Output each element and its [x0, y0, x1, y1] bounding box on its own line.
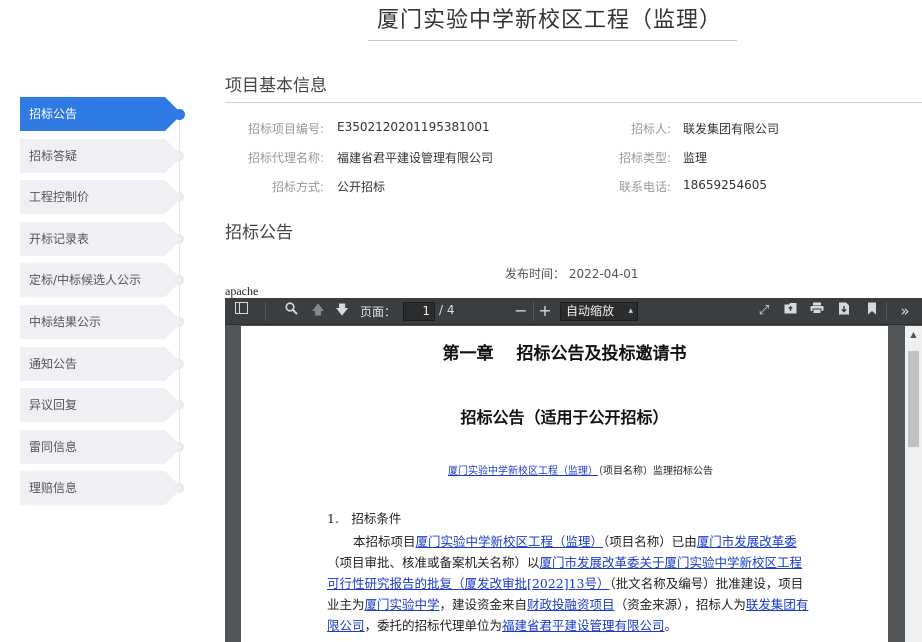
step-dot [174, 441, 184, 452]
previous-page-icon[interactable]: 🡅 [310, 302, 326, 320]
pdf-page: 第一章 招标公告及投标邀请书 招标公告（适用于公开招标） 厦门实验中学新校区工程… [241, 326, 888, 642]
type-value: 监理 [683, 151, 708, 165]
doc-project-line: 厦门实验中学新校区工程（监理）（项目名称）监理招标公告 [448, 466, 713, 477]
bookmark-icon[interactable] [864, 302, 880, 320]
page-label: 页面： [360, 305, 397, 319]
zoom-out-icon[interactable]: − [513, 302, 529, 320]
type-label: 招标类型: [618, 151, 671, 165]
step-candidate-publicity[interactable]: 定标/中标候选人公示 [20, 263, 184, 298]
doc-chapter-title: 第一章 招标公告及投标邀请书 [442, 344, 687, 364]
step-objection-reply[interactable]: 异议回复 [20, 388, 184, 423]
step-dot [174, 109, 185, 120]
method-label: 招标方式: [271, 180, 324, 194]
step-dot [174, 233, 184, 244]
title-divider [368, 40, 737, 41]
agency-value: 福建省君平建设管理有限公司 [337, 151, 494, 165]
toolbar-separator [886, 302, 887, 321]
doc-section-heading: 1. 招标条件 [327, 511, 402, 526]
page-total: / 4 [439, 303, 455, 317]
next-page-icon[interactable]: 🡇 [334, 302, 350, 320]
info-heading: 项目基本信息 [225, 76, 327, 96]
step-opening-record[interactable]: 开标记录表 [20, 221, 184, 256]
tenderer-label: 招标人: [630, 122, 671, 136]
info-divider [225, 102, 922, 103]
doc-paragraph: 本招标项目厦门实验中学新校区工程（监理）（项目名称）已由厦门市发展改革委（项目审… [327, 534, 809, 633]
step-nav: 招标公告 招标答疑 工程控制价 开标记录表 定标/中标候选人公示 中标结果公示 … [20, 97, 190, 513]
step-announcements[interactable]: 通知公告 [20, 346, 184, 381]
publish-time: 发布时间： 2022-04-01 [505, 267, 639, 281]
sidebar-toggle-icon[interactable] [233, 302, 249, 320]
project-no-label: 招标项目编号: [247, 122, 324, 136]
pdf-scrollbar[interactable]: ▲ [905, 326, 922, 642]
method-value: 公开招标 [337, 180, 386, 194]
open-file-icon[interactable] [782, 302, 798, 320]
tools-menu-icon[interactable]: » [895, 302, 915, 320]
agency-label: 招标代理名称: [247, 151, 324, 165]
page-number-input[interactable]: 1 [403, 302, 435, 321]
zoom-select[interactable]: 自动缩放 ▴ [560, 302, 638, 321]
page-title: 厦门实验中学新校区工程（监理） [377, 8, 723, 33]
step-dot [174, 192, 184, 203]
pdf-viewer: 🡅 🡇 页面： 1 / 4 − + 自动缩放 ▴ ⤢ » 第一章 招标公告及投标邀… [225, 298, 922, 642]
print-icon[interactable] [809, 302, 825, 320]
notice-heading: 招标公告 [225, 223, 293, 243]
scroll-up-icon[interactable]: ▲ [905, 326, 922, 343]
step-tender-notice[interactable]: 招标公告 [20, 97, 185, 131]
fullscreen-icon[interactable]: ⤢ [756, 302, 772, 320]
step-dot [174, 358, 184, 369]
step-similar-info[interactable]: 雷同信息 [20, 429, 184, 464]
toolbar-separator [533, 302, 534, 321]
step-dot [174, 316, 184, 327]
download-icon[interactable] [836, 302, 852, 320]
zoom-in-icon[interactable]: + [537, 302, 553, 320]
step-award-result[interactable]: 中标结果公示 [20, 304, 184, 339]
tenderer-value: 联发集团有限公司 [683, 122, 780, 136]
embed-fallback-text: apache [225, 284, 259, 298]
step-control-price[interactable]: 工程控制价 [20, 180, 184, 215]
step-dot [174, 483, 184, 494]
scroll-thumb[interactable] [908, 351, 919, 447]
caret-down-icon: ▴ [628, 306, 633, 316]
step-dot [174, 275, 184, 286]
step-dot [174, 400, 184, 411]
toolbar-separator [265, 302, 266, 321]
doc-subtitle: 招标公告（适用于公开招标） [460, 408, 669, 427]
pdf-toolbar: 🡅 🡇 页面： 1 / 4 − + 自动缩放 ▴ ⤢ » [225, 298, 922, 325]
step-tender-qa[interactable]: 招标答疑 [20, 138, 184, 173]
step-claim-info[interactable]: 理赔信息 [20, 471, 184, 506]
phone-label: 联系电话: [618, 180, 671, 194]
step-dot [174, 150, 184, 161]
search-icon[interactable] [283, 302, 299, 320]
phone-value: 18659254605 [683, 178, 767, 192]
project-no-value: E3502120201195381001 [337, 120, 490, 134]
